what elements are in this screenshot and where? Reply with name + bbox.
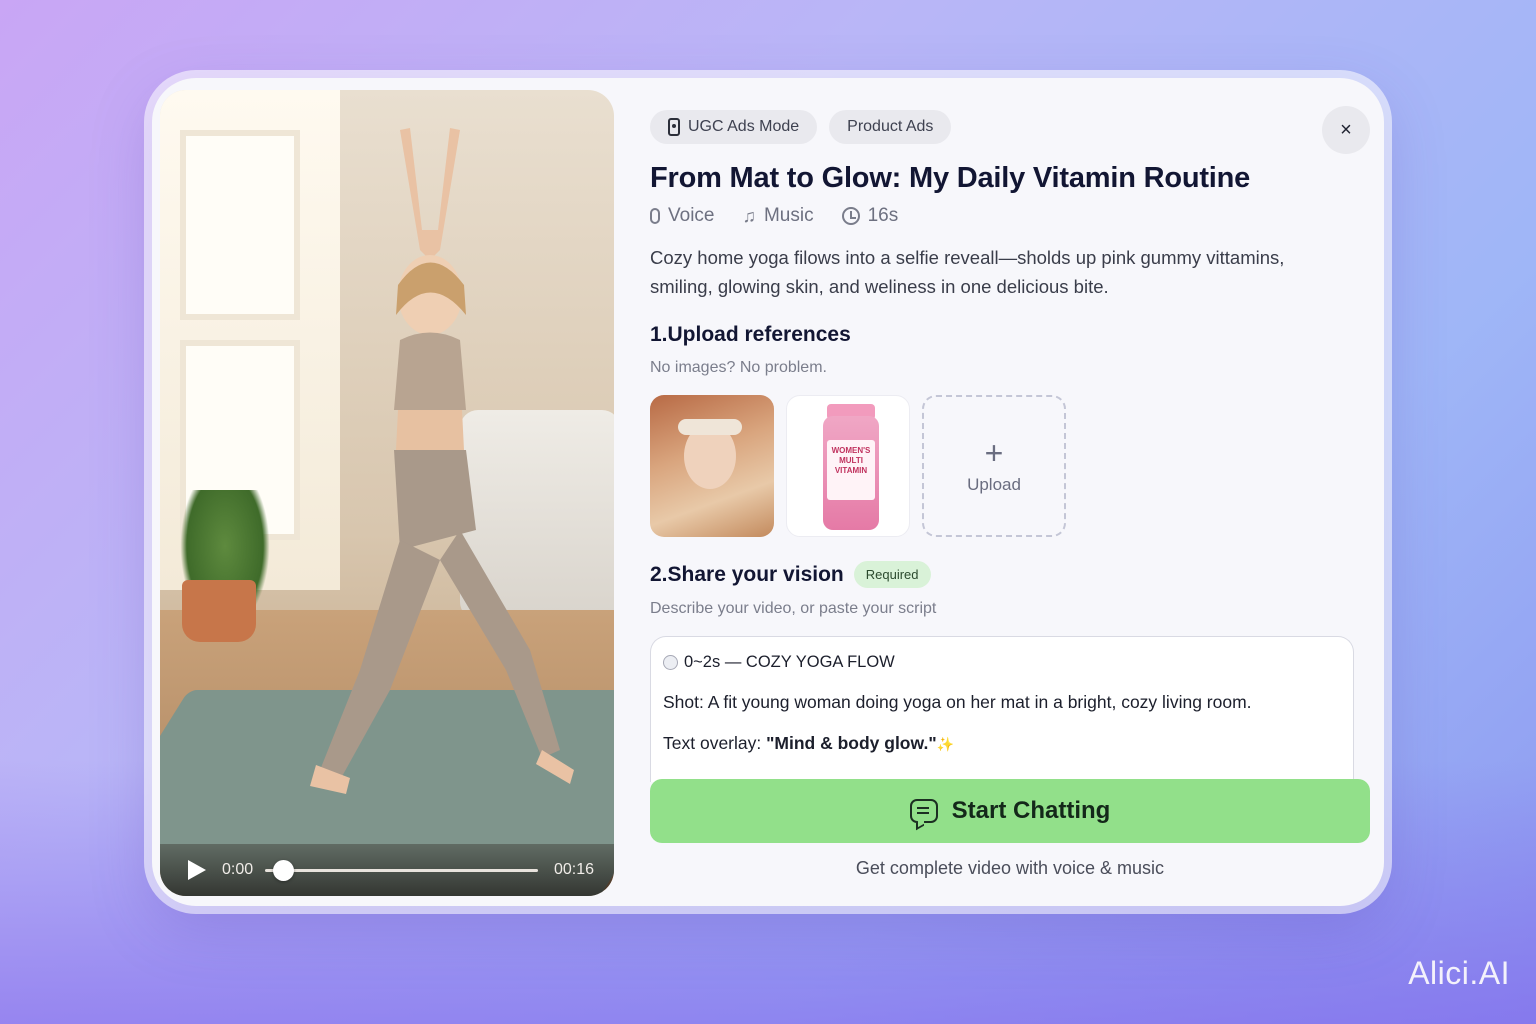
reference-image-person[interactable] — [650, 395, 774, 537]
script-textarea[interactable]: 0~2s — COZY YOGA FLOW Shot: A fit young … — [650, 636, 1354, 782]
scene-title: 0~2s — COZY YOGA FLOW — [684, 653, 895, 671]
video-controls: 0:00 00:16 — [160, 844, 614, 896]
scene-radio[interactable] — [663, 655, 678, 670]
video-current-time: 0:00 — [222, 861, 254, 878]
vision-heading: 2.Share your vision — [650, 562, 844, 586]
close-button[interactable]: × — [1322, 106, 1370, 154]
required-badge: Required — [853, 561, 931, 588]
upload-subtext: No images? No problem. — [650, 359, 827, 376]
video-figure-yoga-woman — [310, 128, 574, 794]
chip-product-label: Product Ads — [847, 118, 934, 135]
chip-ugc-label: UGC Ads Mode — [688, 118, 800, 135]
video-scene-pot — [182, 580, 256, 642]
bottle-label-text: WOMEN'S MULTI VITAMIN — [827, 440, 875, 500]
upload-label: Upload — [967, 475, 1021, 494]
meta-duration: 16s — [841, 205, 898, 227]
video-meta: Voice ♫ Music 16s — [650, 205, 1370, 227]
video-player[interactable]: 0:00 00:16 — [160, 90, 614, 896]
brand-watermark: Alici.AI — [1408, 955, 1510, 991]
ad-settings-panel: UGC Ads Mode Product Ads × From Mat to G… — [650, 106, 1370, 900]
upload-heading: 1.Upload references — [650, 323, 851, 346]
sparkle-icon: ✨ — [936, 736, 955, 752]
video-seek-bar[interactable] — [265, 859, 538, 881]
start-chatting-label: Start Chatting — [951, 797, 1111, 824]
clock-icon — [841, 207, 860, 225]
reference-image-vitamin-bottle[interactable]: WOMEN'S MULTI VITAMIN — [786, 395, 910, 537]
video-duration: 00:16 — [553, 861, 594, 878]
scene-overlay-text: Text overlay: "Mind & body glow."✨ — [663, 733, 955, 753]
video-seek-handle[interactable] — [273, 859, 295, 881]
chip-product-ads[interactable]: Product Ads — [829, 110, 952, 144]
chip-ugc-ads-mode[interactable]: UGC Ads Mode — [650, 110, 818, 144]
play-icon[interactable] — [188, 860, 206, 880]
scene-shot-text: Shot: A fit young woman doing yoga on he… — [663, 692, 1252, 712]
page-title: From Mat to Glow: My Daily Vitamin Routi… — [650, 162, 1251, 194]
chat-icon — [909, 799, 938, 823]
upload-references-section: 1.Upload references No images? No proble… — [650, 323, 1370, 537]
close-icon: × — [1340, 118, 1352, 141]
plus-icon: + — [984, 435, 1004, 471]
meta-voice: Voice — [650, 205, 714, 227]
start-chatting-button[interactable]: Start Chatting — [650, 779, 1370, 843]
share-vision-section: 2.Share your vision Required Describe yo… — [650, 561, 1370, 782]
ugc-ad-modal: 0:00 00:16 UGC Ads Mode Product Ads × Fr… — [152, 78, 1384, 906]
cta-footnote: Get complete video with voice & music — [855, 858, 1165, 878]
vision-subtext: Describe your video, or paste your scrip… — [650, 600, 937, 617]
music-note-icon: ♫ — [742, 205, 756, 226]
meta-music: ♫ Music — [742, 205, 814, 226]
scene-title-row: 0~2s — COZY YOGA FLOW — [663, 653, 1341, 672]
upload-button[interactable]: + Upload — [922, 395, 1066, 537]
reference-thumbnails: WOMEN'S MULTI VITAMIN + Upload — [650, 395, 1370, 537]
phone-icon — [668, 118, 680, 136]
video-description: Cozy home yoga filows into a selfie reve… — [650, 247, 1285, 297]
mode-chips: UGC Ads Mode Product Ads — [650, 110, 1370, 144]
mic-icon — [650, 208, 660, 224]
